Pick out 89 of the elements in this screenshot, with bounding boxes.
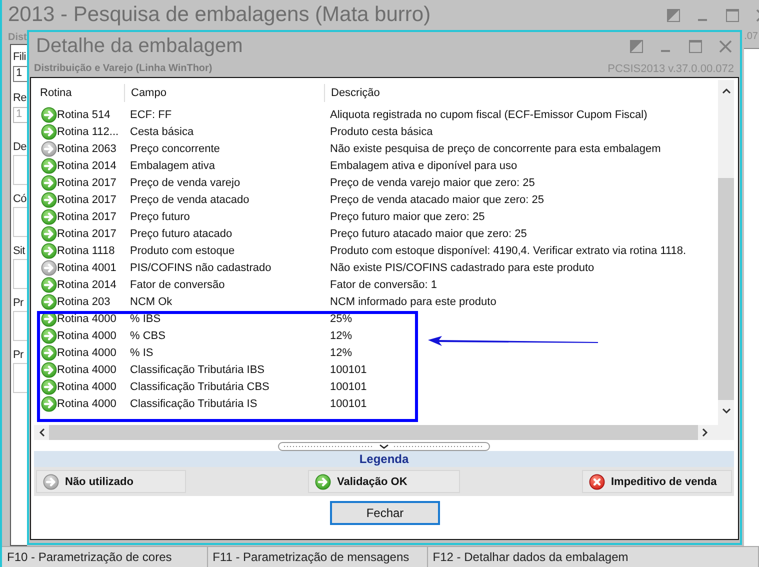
- table-cell: NCM informado para este produto: [330, 296, 496, 308]
- table-cell: Classificação Tributária IBS: [130, 364, 264, 376]
- table-cell: Aliquota registrada no cupom fiscal (ECF-Emissor Cupom Fiscal): [330, 108, 648, 120]
- scroll-down-icon[interactable]: [722, 408, 730, 414]
- table-cell: Embalagem ativa e diponível para uso: [330, 160, 518, 172]
- table-cell: Rotina 2017: [57, 194, 116, 206]
- restore-icon[interactable]: [667, 8, 680, 22]
- status-bar-item: F12 - Detalhar dados da embalagem: [428, 547, 759, 567]
- table-cell: Rotina 2063: [57, 142, 116, 154]
- table-cell: Produto com estoque: [130, 244, 235, 256]
- input-field[interactable]: 1: [13, 66, 27, 82]
- table-cell: % IS: [130, 346, 154, 358]
- window-title: 2013 - Pesquisa de embalagens (Mata burro): [8, 3, 431, 27]
- window-subtitle: Dist: [8, 32, 27, 42]
- scroll-up-icon[interactable]: [722, 88, 730, 94]
- table-cell: Classificação Tributária CBS: [130, 380, 270, 392]
- group-label: Pr: [13, 349, 24, 363]
- table-cell: Preço de venda atacado: [130, 194, 250, 206]
- dialog-subtitle: Distribuição e Varejo (Linha WinThor): [34, 63, 212, 74]
- table-cell: Preço de venda atacado maior que zero: 25: [330, 194, 544, 206]
- table-cell: Rotina 4000: [57, 398, 116, 410]
- table-cell: Não existe PIS/COFINS cadastrado para este produto: [330, 262, 594, 274]
- table-cell: Rotina 2017: [57, 176, 116, 188]
- group-label: Có: [13, 193, 26, 207]
- table-cell: % IBS: [130, 312, 161, 324]
- table-cell: % CBS: [130, 330, 166, 342]
- dialog-title: Detalhe da embalagem: [36, 34, 243, 58]
- table-cell: Embalagem ativa: [130, 160, 215, 172]
- table-cell: Fator de conversão: 1: [330, 278, 438, 290]
- table-cell: Rotina 1118: [57, 244, 115, 256]
- scrollbar-thumb[interactable]: [49, 425, 698, 440]
- table-cell: 100101: [330, 398, 367, 410]
- maximize-icon[interactable]: [689, 40, 702, 52]
- table-cell: Preço futuro atacado maior que zero: 25: [330, 228, 527, 240]
- legend-title: Legenda: [34, 451, 734, 467]
- table-cell: Classificação Tributária IS: [130, 398, 258, 410]
- group-label: Pr: [13, 297, 24, 311]
- close-button[interactable]: Fechar: [330, 501, 440, 525]
- table-cell: Preço futuro atacado: [130, 228, 232, 240]
- table-cell: Não existe pesquisa de preço de concorrente para esta embalagem: [330, 142, 661, 154]
- table-cell: PIS/COFINS não cadastrado: [130, 262, 272, 274]
- restore-icon[interactable]: [630, 40, 643, 52]
- group-label: Sit: [13, 245, 25, 259]
- status-bar-item: F11 - Parametrização de mensagens: [208, 547, 428, 567]
- table-cell: Rotina 112...: [57, 126, 119, 138]
- group-label: De: [13, 141, 26, 155]
- table-cell: Produto com estoque disponível: 4190,4. Verificar extrato via rotina 1118.: [330, 244, 686, 256]
- legend-label: Validação OK: [337, 476, 408, 488]
- scroll-right-icon[interactable]: [702, 428, 708, 437]
- scrollbar-thumb[interactable]: [718, 178, 734, 400]
- table-cell: Rotina 203: [57, 296, 110, 308]
- table-cell: Rotina 2017: [57, 228, 116, 240]
- table-cell: NCM Ok: [130, 296, 172, 308]
- table-cell: Cesta básica: [130, 126, 194, 138]
- field-label: Fili: [13, 51, 26, 65]
- table-cell: Rotina 4000: [57, 364, 116, 376]
- column-header[interactable]: Campo: [124, 84, 324, 102]
- field-label: Re: [13, 92, 26, 106]
- table-cell: 12%: [330, 346, 352, 358]
- table-cell: Preço futuro maior que zero: 25: [330, 210, 485, 222]
- status-bar-item: F10 - Parametrização de cores: [2, 547, 208, 567]
- table-cell: Rotina 4000: [57, 346, 116, 358]
- table-cell: Rotina 4001: [57, 262, 116, 274]
- table-cell: Rotina 2014: [57, 160, 116, 172]
- table-cell: Rotina 4000: [57, 312, 116, 324]
- legend-label: Não utilizado: [65, 476, 134, 488]
- splitter-handle[interactable]: [278, 442, 490, 451]
- close-icon[interactable]: [719, 40, 732, 52]
- table-cell: Preço de venda varejo: [130, 176, 240, 188]
- table-cell: ECF: FF: [130, 108, 172, 120]
- table-cell: Fator de conversão: [130, 278, 225, 290]
- table-cell: 100101: [330, 380, 367, 392]
- table-cell: Preço futuro: [130, 210, 190, 222]
- table-cell: Rotina 4000: [57, 380, 116, 392]
- table-cell: 12%: [330, 330, 352, 342]
- table-cell: 100101: [330, 364, 367, 376]
- scroll-left-icon[interactable]: [39, 428, 45, 437]
- column-header[interactable]: Rotina: [34, 87, 124, 99]
- legend-label: Impeditivo de venda: [611, 476, 717, 488]
- table-cell: 25%: [330, 312, 352, 324]
- table-cell: Rotina 2017: [57, 210, 116, 222]
- version-text: .07: [744, 31, 758, 42]
- maximize-icon[interactable]: [726, 8, 739, 22]
- table-cell: Preço concorrente: [130, 142, 220, 154]
- table-cell: Rotina 514: [57, 108, 110, 120]
- table-cell: Preço de venda varejo maior que zero: 25: [330, 176, 535, 188]
- table-cell: Rotina 4000: [57, 330, 116, 342]
- table-cell: Produto cesta básica: [330, 126, 433, 138]
- table-cell: Rotina 2014: [57, 278, 116, 290]
